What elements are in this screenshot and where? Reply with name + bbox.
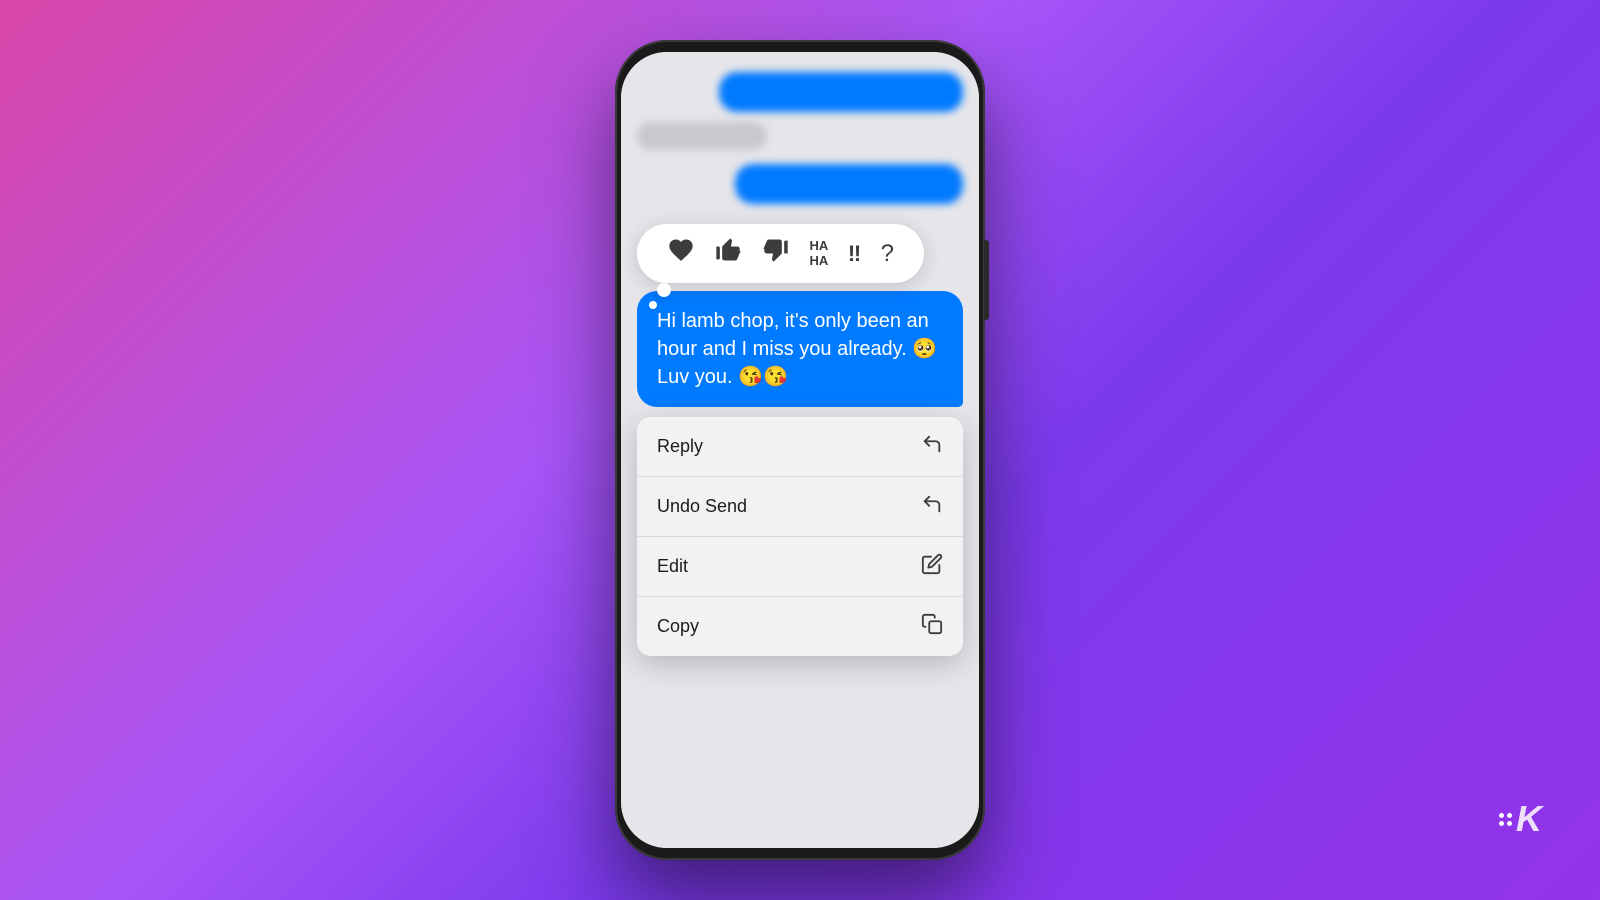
watermark: K bbox=[1499, 798, 1540, 840]
watermark-dot-1 bbox=[1499, 813, 1504, 818]
screen-content: HAHA ‼ ? Hi lamb chop, it's only been an… bbox=[621, 52, 979, 848]
main-message-bubble: Hi lamb chop, it's only been an hour and… bbox=[637, 291, 963, 407]
reply-label: Reply bbox=[657, 436, 703, 457]
blurred-message-2 bbox=[637, 122, 767, 150]
watermark-dot-3 bbox=[1499, 821, 1504, 826]
context-menu: Reply Undo Send bbox=[637, 417, 963, 656]
reaction-area: HAHA ‼ ? bbox=[637, 224, 963, 283]
watermark-text: K bbox=[1516, 798, 1540, 840]
edit-label: Edit bbox=[657, 556, 688, 577]
phone-frame: HAHA ‼ ? Hi lamb chop, it's only been an… bbox=[615, 40, 985, 860]
heart-reaction[interactable] bbox=[667, 236, 695, 271]
copy-menu-item[interactable]: Copy bbox=[637, 597, 963, 656]
phone-container: HAHA ‼ ? Hi lamb chop, it's only been an… bbox=[615, 40, 985, 860]
watermark-dot-2 bbox=[1507, 813, 1512, 818]
copy-label: Copy bbox=[657, 616, 699, 637]
haha-reaction[interactable]: HAHA bbox=[809, 239, 828, 268]
main-message-text: Hi lamb chop, it's only been an hour and… bbox=[657, 310, 937, 388]
watermark-dots bbox=[1499, 813, 1512, 826]
reaction-bar: HAHA ‼ ? bbox=[637, 224, 924, 283]
reply-icon bbox=[921, 433, 943, 460]
undo-send-menu-item[interactable]: Undo Send bbox=[637, 477, 963, 537]
copy-icon bbox=[921, 613, 943, 640]
watermark-dot-4 bbox=[1507, 821, 1512, 826]
undo-send-icon bbox=[921, 493, 943, 520]
thumbs-down-reaction[interactable] bbox=[762, 236, 790, 271]
thumbs-up-reaction[interactable] bbox=[714, 236, 742, 271]
exclaim-reaction[interactable]: ‼ bbox=[848, 241, 861, 267]
edit-icon bbox=[921, 553, 943, 580]
messages-top bbox=[621, 52, 979, 214]
reply-menu-item[interactable]: Reply bbox=[637, 417, 963, 477]
phone-screen: HAHA ‼ ? Hi lamb chop, it's only been an… bbox=[621, 52, 979, 848]
edit-menu-item[interactable]: Edit bbox=[637, 537, 963, 597]
question-reaction[interactable]: ? bbox=[881, 240, 894, 268]
side-button bbox=[984, 240, 989, 320]
blurred-message-3 bbox=[735, 164, 963, 204]
undo-send-label: Undo Send bbox=[657, 496, 747, 517]
blurred-message-1 bbox=[719, 72, 964, 112]
